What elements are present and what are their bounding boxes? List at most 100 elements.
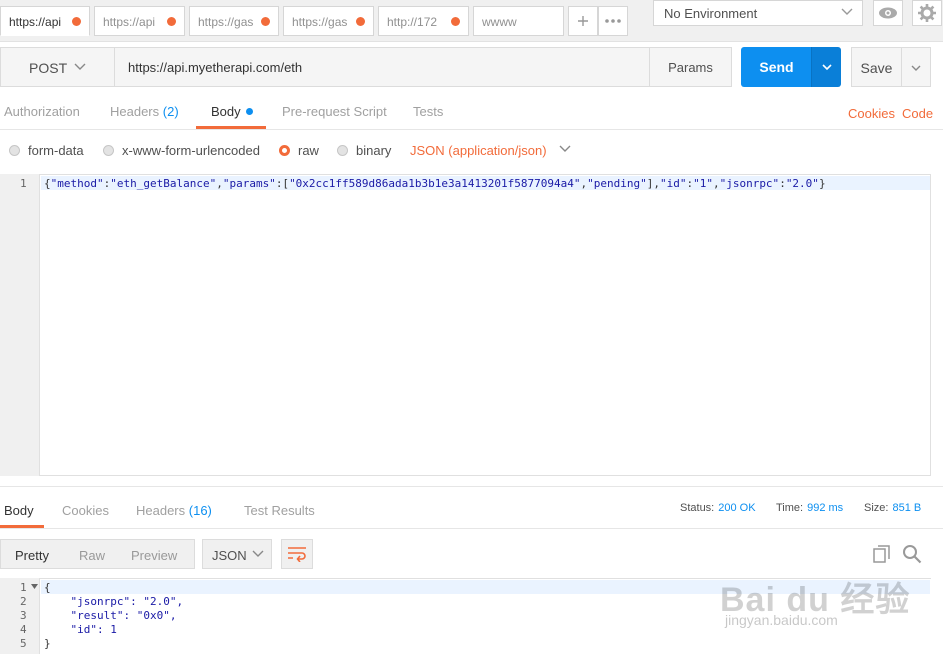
search-icon [903, 545, 922, 564]
more-tabs-button[interactable] [598, 6, 628, 36]
tab-headers[interactable]: Headers (2) [110, 104, 179, 119]
response-body-line: } [44, 637, 51, 650]
content-type-value: JSON (application/json) [410, 143, 547, 158]
wrap-lines-button[interactable] [281, 539, 313, 569]
response-format-select[interactable]: JSON [202, 539, 272, 569]
editor-gutter [0, 174, 40, 476]
content-type-select[interactable]: JSON (application/json) [410, 143, 572, 158]
environment-quick-look-button[interactable] [873, 0, 903, 26]
response-time: Time: 992 ms [776, 502, 843, 514]
code-token: "method" [50, 177, 104, 190]
request-tab-label: http://172 [387, 15, 438, 29]
time-label: Time: [776, 502, 804, 514]
response-tab-test-results[interactable]: Test Results [244, 503, 315, 518]
radio-circle-icon [337, 145, 348, 156]
copy-response-button[interactable] [872, 544, 894, 566]
tab-tests[interactable]: Tests [413, 104, 443, 119]
plus-icon [578, 16, 588, 26]
unsaved-dot-icon [451, 17, 460, 26]
radio-circle-icon [103, 145, 114, 156]
tab-headers-label: Headers [110, 104, 160, 119]
request-tab-1[interactable]: https://api [0, 6, 90, 36]
save-button[interactable]: Save [851, 47, 902, 87]
line-number: 4 [20, 623, 27, 636]
cookies-link[interactable]: Cookies [848, 106, 895, 121]
response-body-line: "jsonrpc": "2.0", [44, 595, 184, 608]
radio-raw[interactable]: raw [279, 143, 319, 158]
save-options-button[interactable] [901, 47, 931, 87]
send-button[interactable]: Send [741, 47, 812, 87]
tab-body[interactable]: Body [211, 104, 253, 119]
code-token: "eth_getBalance" [110, 177, 217, 190]
eye-icon [879, 7, 897, 19]
response-size: Size: 851 B [864, 502, 921, 514]
chevron-down-icon [559, 145, 571, 152]
request-tab-2[interactable]: https://api [94, 6, 185, 36]
search-response-button[interactable] [902, 544, 924, 566]
response-status: Status: 200 OK [680, 502, 756, 514]
request-tab-label: https://api [9, 15, 62, 29]
params-button[interactable]: Params [649, 47, 732, 87]
radio-form-data[interactable]: form-data [9, 143, 84, 158]
radio-label: form-data [28, 143, 84, 158]
code-token: "id" [659, 177, 687, 190]
response-body-line: "result": "0x0", [44, 609, 177, 622]
manage-environments-button[interactable] [912, 0, 942, 26]
code-token: "jsonrpc" [719, 177, 780, 190]
response-tab-body[interactable]: Body [4, 503, 34, 518]
unsaved-dot-icon [261, 17, 270, 26]
headers-count: (2) [162, 104, 179, 119]
response-headers-count: (16) [188, 503, 212, 518]
status-value: 200 OK [718, 502, 756, 514]
radio-label: x-www-form-urlencoded [122, 143, 260, 158]
request-tab-3[interactable]: https://gas [189, 6, 279, 36]
new-tab-button[interactable] [568, 6, 598, 36]
line-number: 3 [20, 609, 27, 622]
line-number: 1 [20, 177, 27, 190]
view-pretty-button[interactable]: Pretty [15, 548, 49, 563]
request-body-editor[interactable] [0, 174, 931, 476]
baidu-watermark-url: jingyan.baidu.com [725, 612, 838, 628]
chevron-down-icon [841, 8, 853, 15]
method-select[interactable]: POST [0, 47, 115, 87]
code-token: , [216, 177, 223, 190]
fold-arrow-icon[interactable] [31, 584, 38, 590]
code-token: "params" [222, 177, 276, 190]
radio-urlencoded[interactable]: x-www-form-urlencoded [103, 143, 260, 158]
time-value: 992 ms [807, 502, 844, 514]
chevron-down-icon [74, 63, 86, 70]
divider [0, 486, 943, 487]
tab-pre-request-script[interactable]: Pre-request Script [282, 104, 387, 119]
request-tab-label: https://gas [292, 15, 348, 29]
chevron-down-icon [252, 550, 264, 557]
send-options-button[interactable] [811, 47, 841, 87]
environment-select[interactable]: No Environment [653, 0, 863, 26]
chevron-down-icon [911, 65, 921, 71]
format-value: JSON [212, 548, 247, 563]
method-value: POST [29, 60, 68, 76]
divider [0, 528, 943, 529]
request-body-line[interactable]: {"method":"eth_getBalance","params":["0x… [44, 177, 826, 190]
view-preview-button[interactable]: Preview [131, 548, 177, 563]
radio-binary[interactable]: binary [337, 143, 391, 158]
divider [0, 129, 943, 130]
url-input[interactable]: https://api.myetherapi.com/eth [114, 47, 650, 87]
size-value: 851 B [892, 502, 922, 514]
code-token: , [712, 177, 720, 190]
response-tab-headers[interactable]: Headers (16) [136, 503, 212, 518]
code-link[interactable]: Code [902, 106, 933, 121]
chevron-down-icon [821, 64, 832, 71]
unsaved-dot-icon [167, 17, 176, 26]
request-tab-5[interactable]: http://172 [378, 6, 469, 36]
response-tab-cookies[interactable]: Cookies [62, 503, 109, 518]
response-body-line: "id": 1 [44, 623, 117, 636]
view-raw-button[interactable]: Raw [79, 548, 105, 563]
line-number: 1 [20, 581, 27, 594]
radio-selected-icon [279, 145, 290, 156]
unsaved-dot-icon [356, 17, 365, 26]
tab-authorization[interactable]: Authorization [4, 104, 80, 119]
code-token: :[ [275, 177, 290, 190]
request-tab-6[interactable]: wwww [473, 6, 564, 36]
request-tab-4[interactable]: https://gas [283, 6, 374, 36]
ellipsis-icon [605, 19, 621, 23]
